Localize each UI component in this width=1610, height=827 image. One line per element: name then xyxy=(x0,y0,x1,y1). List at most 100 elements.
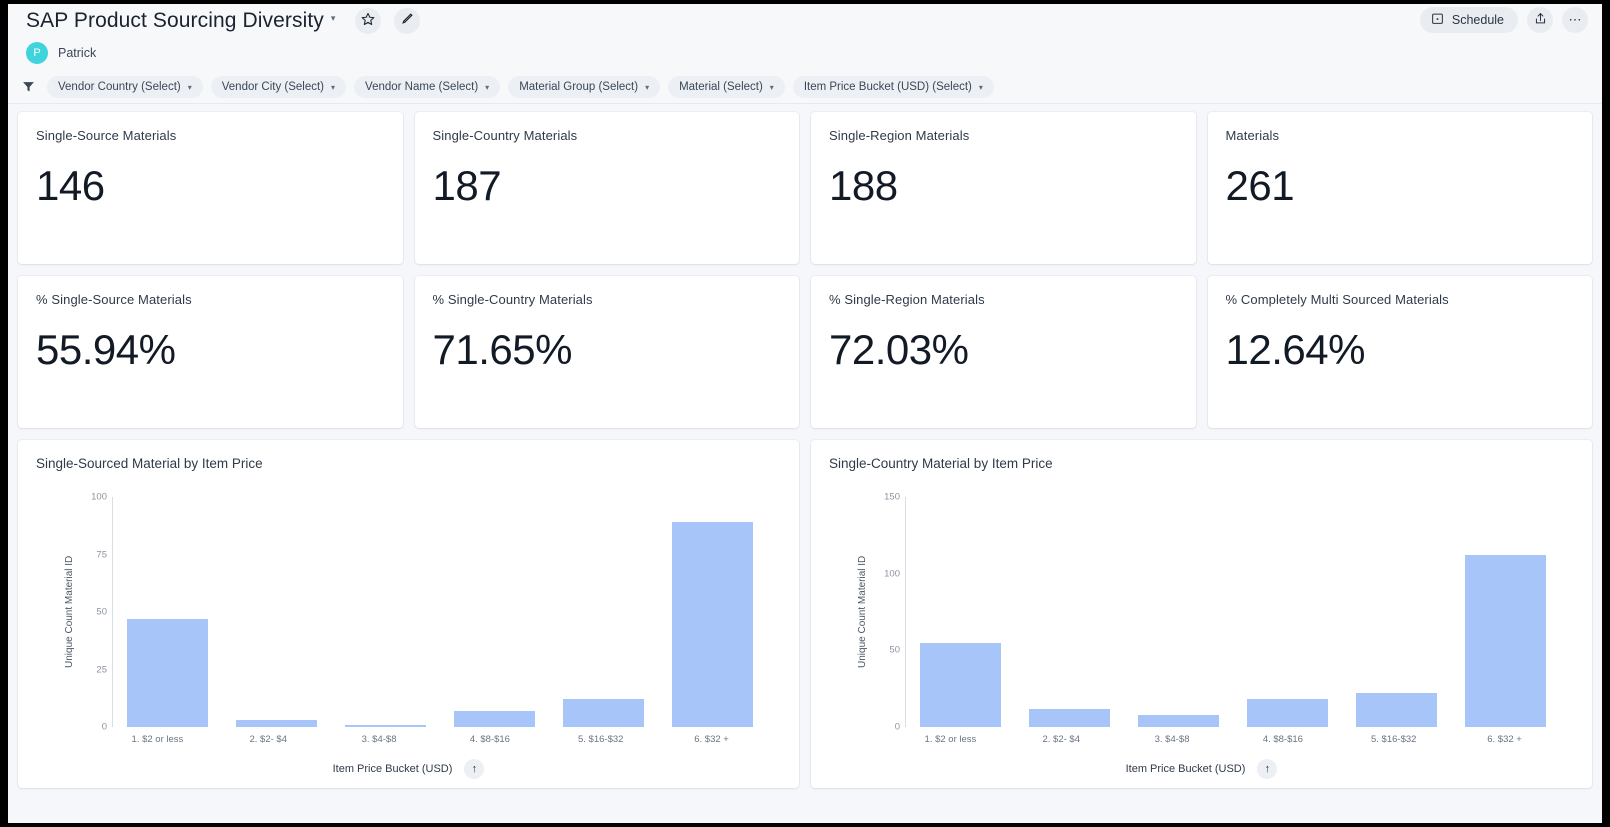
favorite-button[interactable] xyxy=(355,8,382,34)
funnel-icon[interactable] xyxy=(22,80,35,93)
kpi-label: Materials xyxy=(1225,128,1280,143)
bar-column[interactable] xyxy=(331,497,440,727)
share-icon xyxy=(1534,12,1547,28)
kpi-card-pct-single-source-materials[interactable]: % Single-Source Materials 55.94% xyxy=(18,276,403,428)
kpi-value: 187 xyxy=(432,162,502,209)
bar-column[interactable] xyxy=(440,497,549,727)
y-axis-label: Unique Count Material ID xyxy=(857,555,868,669)
schedule-button[interactable]: Schedule xyxy=(1419,7,1518,33)
x-axis-tick: 3. $4-$8 xyxy=(361,734,397,745)
plot-area: Unique Count Material ID 0 50 100 150 xyxy=(829,492,1574,733)
bar[interactable] xyxy=(1356,693,1437,727)
y-axis-tick: 50 xyxy=(889,644,900,656)
filter-chip-vendor-name[interactable]: Vendor Name (Select) ▾ xyxy=(354,75,501,98)
filter-chip-material[interactable]: Material (Select) ▾ xyxy=(668,75,785,98)
x-axis-label: Item Price Bucket (USD) xyxy=(1125,763,1246,775)
x-axis-tick: 5. $16-$32 xyxy=(1371,734,1417,745)
header-actions: Schedule ⋯ xyxy=(1419,7,1588,33)
x-axis-tick: 2. $2- $4 xyxy=(249,734,287,745)
x-axis-ticks-wrap-1: 1. $2 or less 2. $2- $4 3. $4-$8 4. $8-$16 5… xyxy=(895,734,1560,745)
kpi-label: % Single-Country Materials xyxy=(432,292,593,307)
bar-column[interactable] xyxy=(1342,497,1451,727)
filter-chip-label: Vendor Name (Select) xyxy=(365,80,479,93)
x-axis-ticks-wrap-0: 1. $2 or less 2. $2- $4 3. $4-$8 4. $8-$16 5… xyxy=(102,734,767,745)
filter-chip-material-group[interactable]: Material Group (Select) ▾ xyxy=(508,75,661,98)
chevron-down-icon: ▾ xyxy=(187,83,192,92)
x-axis-tick: 6. $32 + xyxy=(1487,734,1522,745)
bar[interactable] xyxy=(1247,699,1328,727)
filter-chip-vendor-country[interactable]: Vendor Country (Select) ▾ xyxy=(47,75,203,98)
bar-column[interactable] xyxy=(1015,497,1124,727)
title-row: SAP Product Sourcing Diversity ▾ xyxy=(26,4,1584,36)
kpi-value: 71.65% xyxy=(432,326,573,373)
dashboard-grid: Single-Source Materials 146 Single-Count… xyxy=(8,104,1602,788)
kpi-card-pct-completely-multi-sourced-materials[interactable]: % Completely Multi Sourced Materials 12.… xyxy=(1207,276,1592,428)
chevron-down-icon: ▾ xyxy=(769,83,774,92)
kpi-card-single-country-materials[interactable]: Single-Country Materials 187 xyxy=(414,112,799,264)
kpi-label: % Completely Multi Sourced Materials xyxy=(1225,292,1449,307)
chart-row: Single-Sourced Material by Item Price Un… xyxy=(18,440,1592,788)
chevron-down-icon: ▾ xyxy=(485,83,490,92)
bar-column[interactable] xyxy=(1451,497,1560,727)
x-axis-label: Item Price Bucket (USD) xyxy=(332,763,453,775)
bar[interactable] xyxy=(920,642,1001,727)
bar[interactable] xyxy=(1029,708,1110,727)
kpi-label: Single-Country Materials xyxy=(432,128,578,143)
y-axis-tick: 75 xyxy=(96,549,107,560)
filter-chip-item-price-bucket[interactable]: Item Price Bucket (USD) (Select) ▾ xyxy=(792,75,994,98)
kpi-value: 55.94% xyxy=(36,326,176,373)
bar[interactable] xyxy=(127,618,208,727)
bar[interactable] xyxy=(672,522,753,727)
edit-button[interactable] xyxy=(394,8,421,34)
bar-column[interactable] xyxy=(113,497,222,727)
kpi-label: Single-Source Materials xyxy=(36,128,177,143)
bar-column[interactable] xyxy=(1233,497,1342,727)
bar[interactable] xyxy=(1138,714,1219,727)
bar-column[interactable] xyxy=(658,497,767,727)
kpi-row-2: % Single-Source Materials 55.94% % Singl… xyxy=(18,276,1592,428)
chart-card-single-sourced-material-by-item-price[interactable]: Single-Sourced Material by Item Price Un… xyxy=(18,440,799,788)
kpi-value: 146 xyxy=(36,162,105,209)
x-axis-tick: 5. $16-$32 xyxy=(578,734,624,745)
kpi-row-1: Single-Source Materials 146 Single-Count… xyxy=(18,112,1592,264)
y-axis-0: 0 25 50 75 100 xyxy=(79,492,113,733)
bars-area-0 xyxy=(113,497,767,727)
share-button[interactable] xyxy=(1527,7,1553,33)
calendar-icon xyxy=(1431,12,1444,28)
sort-ascending-icon[interactable]: ↑ xyxy=(464,759,485,779)
x-axis-footer-1: Item Price Bucket (USD) ↑ xyxy=(829,759,1574,779)
sort-ascending-icon[interactable]: ↑ xyxy=(1257,759,1278,779)
bar-column[interactable] xyxy=(549,497,658,727)
pencil-icon xyxy=(401,12,414,30)
kpi-card-pct-single-region-materials[interactable]: % Single-Region Materials 72.03% xyxy=(811,276,1196,428)
bar[interactable] xyxy=(454,710,535,727)
kpi-card-materials[interactable]: Materials 261 xyxy=(1207,112,1592,264)
kpi-card-single-source-materials[interactable]: Single-Source Materials 146 xyxy=(18,112,403,264)
chart-card-single-country-material-by-item-price[interactable]: Single-Country Material by Item Price Un… xyxy=(811,440,1592,788)
bar[interactable] xyxy=(345,724,426,727)
filter-chip-vendor-city[interactable]: Vendor City (Select) ▾ xyxy=(210,75,347,98)
bar-column[interactable] xyxy=(222,497,331,727)
chart-title: Single-Sourced Material by Item Price xyxy=(36,456,263,471)
kpi-card-single-region-materials[interactable]: Single-Region Materials 188 xyxy=(811,112,1196,264)
bar-column[interactable] xyxy=(1124,497,1233,727)
bar[interactable] xyxy=(1465,555,1546,727)
y-axis-tick: 150 xyxy=(884,491,900,503)
x-axis-footer-0: Item Price Bucket (USD) ↑ xyxy=(36,759,781,779)
y-axis-tick: 0 xyxy=(894,721,900,733)
bar[interactable] xyxy=(563,699,644,727)
kpi-label: % Single-Source Materials xyxy=(36,292,192,307)
kpi-label: % Single-Region Materials xyxy=(829,292,985,307)
x-axis-tick: 1. $2 or less xyxy=(924,734,977,745)
bar-column[interactable] xyxy=(906,497,1015,727)
bar[interactable] xyxy=(236,720,317,727)
y-axis-tick: 100 xyxy=(91,491,107,503)
more-options-button[interactable]: ⋯ xyxy=(1562,7,1588,33)
plot-area: Unique Count Material ID 0 25 50 75 100 xyxy=(36,492,781,733)
kpi-card-pct-single-country-materials[interactable]: % Single-Country Materials 71.65% xyxy=(414,276,799,428)
x-axis-tick: 4. $8-$16 xyxy=(469,734,510,745)
title-dropdown-caret[interactable]: ▾ xyxy=(331,13,336,23)
chevron-down-icon: ▾ xyxy=(645,83,650,92)
avatar[interactable]: P xyxy=(26,42,48,64)
dashboard-app: SAP Product Sourcing Diversity ▾ P Patri… xyxy=(8,4,1602,823)
